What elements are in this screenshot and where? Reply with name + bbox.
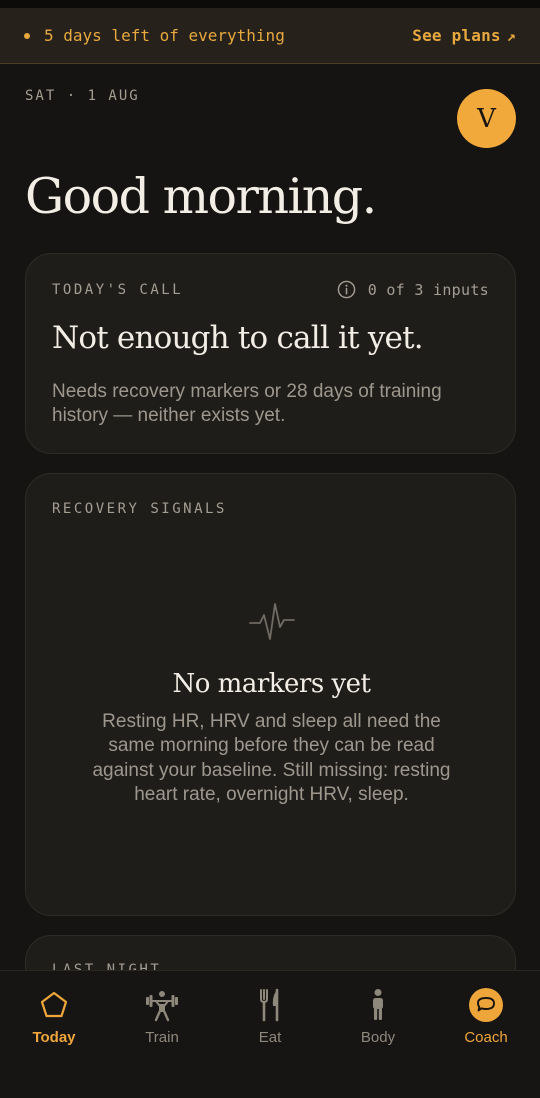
page-title: Good morning. (25, 168, 377, 225)
trial-banner: 5 days left of everything See plans ↗ (0, 8, 540, 64)
arrow-up-right-icon: ↗ (506, 26, 516, 45)
todays-call-label: TODAY'S CALL (52, 282, 184, 298)
empty-state-title: No markers yet (172, 669, 371, 699)
call-description: Needs recovery markers or 28 days of tra… (52, 381, 442, 426)
tab-train-label: Train (145, 1029, 179, 1046)
recovery-signals-label: RECOVERY SIGNALS (52, 501, 227, 517)
date-label: SAT · 1 AUG (25, 88, 140, 104)
avatar-initial: V (477, 103, 496, 134)
status-strip (0, 0, 540, 8)
avatar[interactable]: V (457, 89, 516, 148)
fork-knife-icon (260, 988, 279, 1022)
tab-coach[interactable]: Coach (432, 971, 540, 1098)
weightlifter-icon (146, 991, 178, 1022)
bottom-tab-bar: Today Train Eat Body Coach (0, 970, 540, 1098)
person-icon (373, 989, 383, 1020)
trial-dot-icon (24, 32, 30, 39)
inputs-indicator[interactable]: 0 of 3 inputs (337, 280, 489, 299)
call-title: Not enough to call it yet. (52, 320, 424, 356)
pentagon-icon (40, 991, 68, 1018)
heart-pulse-icon (249, 603, 295, 640)
todays-call-card[interactable]: TODAY'S CALL 0 of 3 inputs Not enough to… (25, 253, 516, 454)
tab-today-label: Today (32, 1029, 76, 1046)
trial-message: 5 days left of everything (24, 26, 285, 45)
inputs-count: 0 of 3 inputs (367, 280, 489, 299)
tab-body-label: Body (360, 1029, 396, 1046)
tab-coach-label: Coach (464, 1029, 508, 1046)
tab-body[interactable]: Body (324, 971, 432, 1098)
tab-eat-label: Eat (258, 1029, 282, 1046)
recovery-signals-card: RECOVERY SIGNALS No markers yet Resting … (25, 473, 516, 916)
empty-state-body: Resting HR, HRV and sleep all need the s… (92, 711, 451, 805)
tab-eat[interactable]: Eat (216, 971, 324, 1098)
tab-train[interactable]: Train (108, 971, 216, 1098)
chat-bubble-icon (469, 988, 503, 1022)
tab-today[interactable]: Today (0, 971, 108, 1098)
trial-text: 5 days left of everything (44, 26, 285, 45)
see-plans-link[interactable]: See plans ↗ (412, 26, 516, 45)
see-plans-label: See plans (412, 26, 501, 45)
info-icon (337, 280, 355, 299)
